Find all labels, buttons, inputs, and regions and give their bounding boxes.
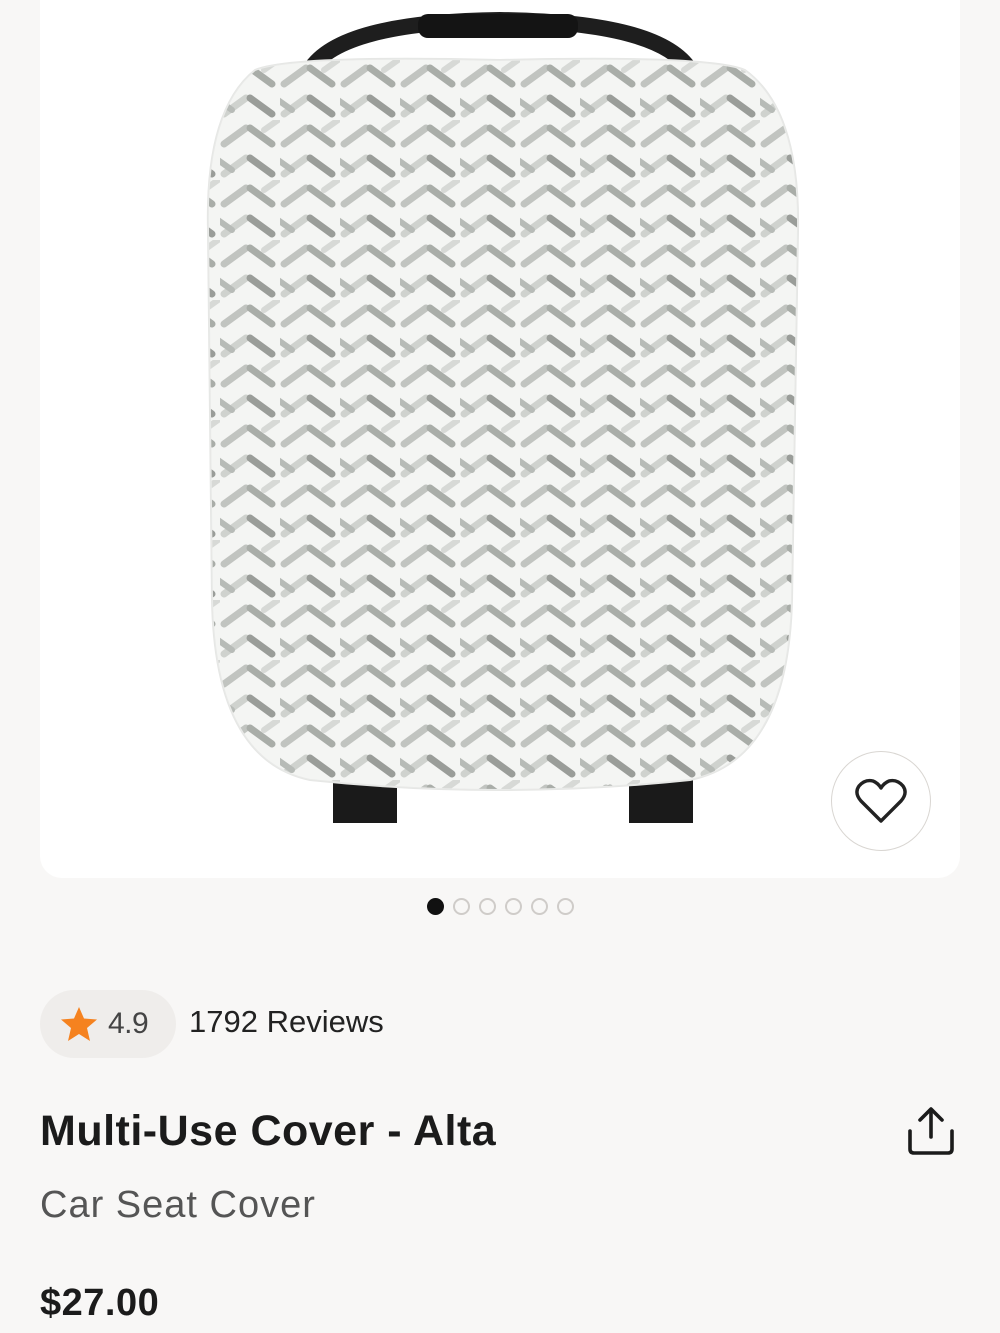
pagination-dot-5[interactable]: [530, 898, 548, 915]
star-icon: [61, 1007, 97, 1041]
rating-badge: 4.9: [40, 990, 176, 1058]
pagination-dot-3[interactable]: [478, 898, 496, 915]
pagination-dot-1[interactable]: [426, 898, 444, 915]
image-pagination: [0, 898, 1000, 915]
share-button[interactable]: [900, 1100, 962, 1162]
product-price: $27.00: [40, 1282, 160, 1324]
product-subtitle: Car Seat Cover: [40, 1184, 316, 1226]
product-title: Multi-Use Cover - Alta: [40, 1107, 497, 1155]
pagination-dot-4[interactable]: [504, 898, 522, 915]
favorite-button[interactable]: [831, 751, 931, 851]
rating-value: 4.9: [108, 1007, 149, 1040]
product-image-card[interactable]: [40, 0, 960, 878]
pagination-dot-2[interactable]: [452, 898, 470, 915]
product-image: [206, 11, 800, 823]
heart-outline-icon: [855, 778, 907, 823]
reviews-link[interactable]: 1792 Reviews: [189, 1004, 384, 1040]
share-icon: [908, 1107, 954, 1155]
pagination-dot-6[interactable]: [556, 898, 574, 915]
